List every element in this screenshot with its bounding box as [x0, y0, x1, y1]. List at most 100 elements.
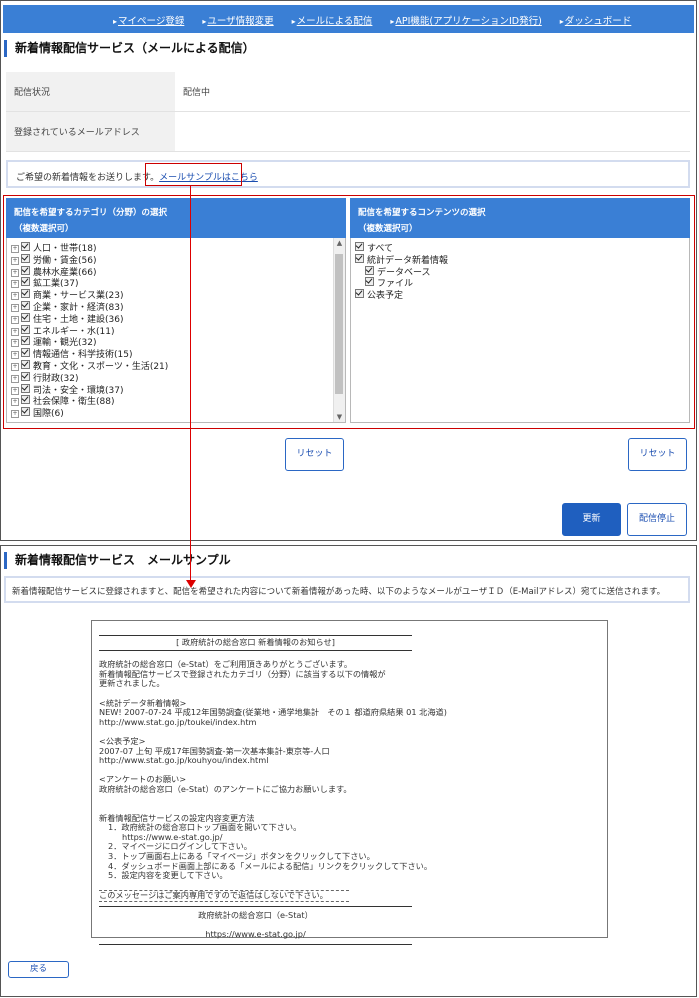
expand-icon[interactable]: + — [11, 245, 19, 253]
intro-text: ご希望の新着情報をお送りします。 — [16, 173, 160, 183]
category-tree: + 人口・世帯(18) + 労働・賃金(56) + 農林水産業(66) + 鉱工業(37) + 商… — [11, 242, 168, 419]
category-item-label: 商業・サービス業(23) — [33, 291, 124, 302]
nav-link-mypage-register[interactable]: マイページ登録 — [113, 13, 184, 27]
category-scrollbar[interactable]: ▲ ▼ — [333, 238, 345, 422]
checkbox[interactable] — [21, 324, 30, 334]
checkbox[interactable] — [365, 265, 374, 275]
divider — [99, 906, 412, 908]
checkbox[interactable] — [21, 289, 30, 299]
category-item[interactable]: + 運輸・観光(32) — [11, 336, 168, 348]
content-item[interactable]: すべて — [355, 242, 448, 254]
update-button[interactable]: 更新 — [562, 503, 621, 536]
status-value: 配信中 — [175, 72, 690, 112]
checkbox[interactable] — [355, 289, 364, 299]
checkbox[interactable] — [21, 383, 30, 393]
sample-title: 新着情報配信サービス メールサンプル — [4, 552, 231, 569]
category-header: 配信を希望するカテゴリ（分野）の選択 （複数選択可） — [6, 198, 346, 238]
scroll-thumb[interactable] — [335, 254, 343, 394]
category-panel: 配信を希望するカテゴリ（分野）の選択 （複数選択可） + 人口・世帯(18) + 労働… — [6, 198, 346, 426]
category-item[interactable]: + 鉱工業(37) — [11, 277, 168, 289]
expand-icon[interactable]: + — [11, 303, 19, 312]
divider — [99, 635, 412, 636]
annotation-arrow-head-icon — [186, 580, 196, 588]
category-item-label: 住宅・土地・建設(36) — [33, 314, 124, 325]
divider — [99, 943, 412, 945]
nav-link-mail-delivery[interactable]: メールによる配信 — [292, 13, 373, 27]
checkbox[interactable] — [21, 395, 30, 405]
checkbox[interactable] — [355, 242, 364, 251]
expand-icon[interactable]: + — [11, 327, 19, 336]
table-row: 登録されているメールアドレス — [6, 111, 690, 152]
category-reset-button[interactable]: リセット — [285, 438, 344, 471]
category-item[interactable]: + 住宅・土地・建設(36) — [11, 312, 168, 325]
mail-survey-text: 政府統計の総合窓口（e-Stat）のアンケートにご協力お願いします。 — [99, 783, 352, 794]
content-item[interactable]: 公表予定 — [355, 289, 448, 301]
expand-icon[interactable]: + — [11, 386, 19, 395]
stop-delivery-button[interactable]: 配信停止 — [627, 503, 687, 536]
category-item[interactable]: + エネルギー・水(11) — [11, 324, 168, 337]
scroll-down-icon[interactable]: ▼ — [334, 413, 345, 421]
intro-box: ご希望の新着情報をお送りします。メールサンプルはこちら — [6, 160, 690, 188]
annotation-arrow-line — [190, 186, 191, 584]
expand-icon[interactable]: + — [11, 374, 19, 383]
checkbox[interactable] — [21, 242, 30, 251]
mail-step-5: 5．設定内容を変更して下さい。 — [108, 870, 228, 881]
selection-area: 配信を希望するカテゴリ（分野）の選択 （複数選択可） + 人口・世帯(18) + 労働… — [3, 195, 695, 429]
scroll-up-icon[interactable]: ▲ — [334, 239, 345, 247]
navbar-links: マイページ登録 ユーザ情報変更 メールによる配信 API機能(アプリケーションI… — [113, 13, 649, 27]
checkbox[interactable] — [21, 359, 30, 369]
back-button[interactable]: 戻る — [8, 961, 69, 978]
content-item[interactable]: 統計データ新着情報 — [355, 253, 448, 266]
content-listbox[interactable]: すべて 統計データ新着情報 データベース ファイル 公表予定 — [350, 238, 690, 423]
category-item[interactable]: + 行財政(32) — [11, 371, 168, 384]
content-header-note: （複数選択可） — [358, 224, 418, 234]
expand-icon[interactable]: + — [11, 268, 19, 277]
nav-link-api[interactable]: API機能(アプリケーションID発行) — [390, 13, 541, 27]
expand-icon[interactable]: + — [11, 362, 19, 371]
expand-icon[interactable]: + — [11, 339, 19, 348]
expand-icon[interactable]: + — [11, 351, 19, 360]
checkbox[interactable] — [21, 336, 30, 346]
checkbox[interactable] — [21, 277, 30, 287]
expand-icon[interactable]: + — [11, 398, 19, 407]
content-reset-button[interactable]: リセット — [628, 438, 687, 471]
checkbox[interactable] — [21, 407, 30, 417]
checkbox[interactable] — [355, 253, 364, 263]
mail-sample-box: [ 政府統計の総合窓口 新着情報のお知らせ] 政府統計の総合窓口（e-Stat）… — [91, 620, 608, 945]
checkbox[interactable] — [21, 312, 30, 322]
content-item[interactable]: ファイル — [355, 277, 448, 289]
category-item[interactable]: + 教育・文化・スポーツ・生活(21) — [11, 359, 169, 372]
category-item[interactable]: + 司法・安全・環境(37) — [11, 383, 168, 396]
checkbox[interactable] — [365, 277, 374, 287]
sample-notice-text: 新着情報配信サービスに登録されますと、配信を希望された内容について新着情報があっ… — [12, 587, 666, 597]
expand-icon[interactable]: + — [11, 256, 19, 265]
category-item-label: 教育・文化・スポーツ・生活(21) — [33, 361, 169, 372]
category-item[interactable]: + 人口・世帯(18) — [11, 242, 168, 254]
nav-link-user-info[interactable]: ユーザ情報変更 — [202, 13, 273, 27]
expand-icon[interactable]: + — [11, 315, 19, 324]
expand-icon[interactable]: + — [11, 410, 19, 419]
category-header-title: 配信を希望するカテゴリ（分野）の選択 — [14, 208, 168, 218]
mail-footer-url: https://www.e-stat.go.jp/ — [205, 929, 306, 940]
mail-no-reply: このメッセージはご案内専用ですので返信はしないで下さい。 — [99, 890, 328, 901]
table-row: 配信状況 配信中 — [6, 72, 690, 112]
category-item-label: エネルギー・水(11) — [33, 326, 115, 337]
mail-footer-name: 政府統計の総合窓口（e-Stat） — [198, 910, 313, 921]
category-item[interactable]: + 商業・サービス業(23) — [11, 289, 168, 301]
checkbox[interactable] — [21, 348, 30, 358]
category-item[interactable]: + 国際(6) — [11, 407, 168, 419]
category-item[interactable]: + 情報通信・科学技術(15) — [11, 348, 168, 360]
checkbox[interactable] — [21, 253, 30, 263]
checkbox[interactable] — [21, 371, 30, 381]
nav-link-dashboard[interactable]: ダッシュボード — [560, 13, 632, 27]
page-title: 新着情報配信サービス（メールによる配信） — [4, 40, 255, 57]
category-item[interactable]: + 労働・賃金(56) — [11, 253, 168, 266]
checkbox[interactable] — [21, 265, 30, 275]
category-item[interactable]: + 社会保障・衛生(88) — [11, 395, 168, 407]
category-listbox[interactable]: + 人口・世帯(18) + 労働・賃金(56) + 農林水産業(66) + 鉱工業(37) + 商… — [6, 238, 346, 423]
category-item[interactable]: + 農林水産業(66) — [11, 265, 168, 278]
expand-icon[interactable]: + — [11, 280, 19, 289]
category-item[interactable]: + 企業・家計・経済(83) — [11, 300, 168, 313]
checkbox[interactable] — [21, 300, 30, 310]
expand-icon[interactable]: + — [11, 292, 19, 301]
